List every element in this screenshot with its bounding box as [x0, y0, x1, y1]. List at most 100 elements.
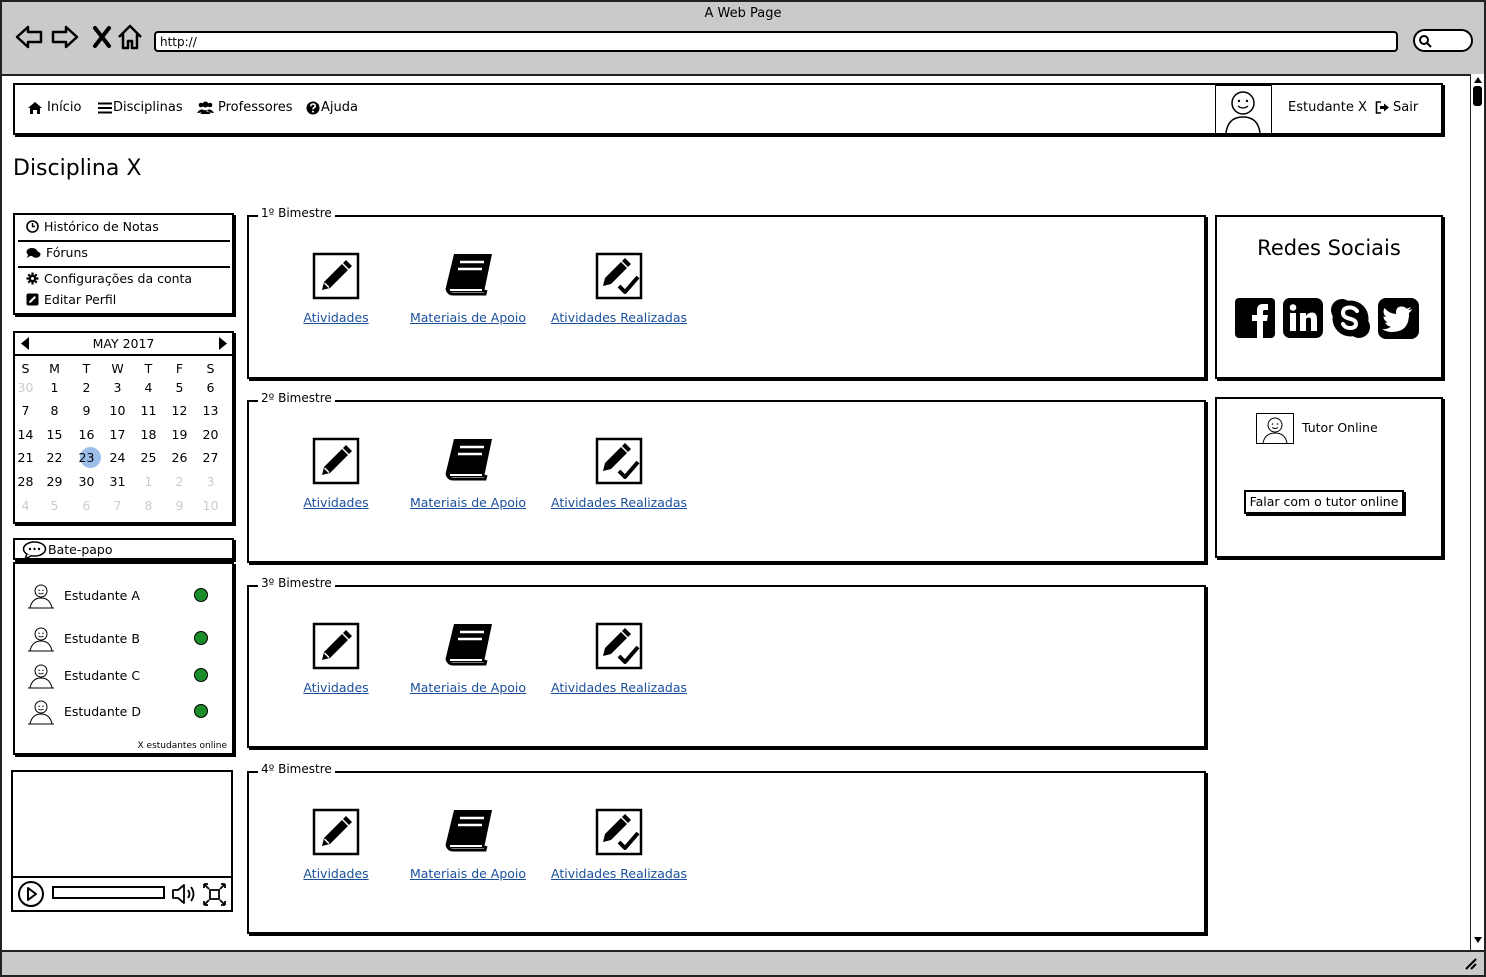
- calendar-day[interactable]: 16: [71, 427, 102, 442]
- menu-item-historico[interactable]: Histórico de Notas: [26, 219, 159, 234]
- resize-grip-icon[interactable]: [1464, 958, 1478, 970]
- volume-icon[interactable]: [171, 882, 198, 906]
- bimestre-panel: [247, 215, 1206, 379]
- calendar-day[interactable]: 2: [164, 474, 195, 489]
- menu-item-configuracoes[interactable]: Configurações da conta: [26, 271, 192, 286]
- book-icon[interactable]: [444, 252, 494, 300]
- pencil-edit-icon[interactable]: [312, 808, 360, 860]
- calendar-day[interactable]: 12: [164, 403, 195, 418]
- chat-student-row[interactable]: Estudante B: [26, 624, 216, 652]
- users-icon: [197, 101, 214, 114]
- calendar-day[interactable]: 15: [39, 427, 70, 442]
- calendar-day[interactable]: 26: [164, 450, 195, 465]
- calendar-day[interactable]: 4: [133, 380, 164, 395]
- pencil-edit-icon[interactable]: [312, 437, 360, 489]
- calendar-day[interactable]: 18: [133, 427, 164, 442]
- materiais-link[interactable]: Materiais de Apoio: [388, 680, 548, 695]
- pencil-edit-icon[interactable]: [312, 252, 360, 304]
- nav-item-inicio[interactable]: Início: [27, 100, 81, 115]
- linkedin-icon[interactable]: [1282, 297, 1324, 339]
- calendar-day[interactable]: 11: [133, 403, 164, 418]
- skype-icon[interactable]: [1329, 297, 1372, 340]
- book-icon[interactable]: [444, 622, 494, 670]
- realizadas-link[interactable]: Atividades Realizadas: [539, 680, 699, 695]
- calendar-day[interactable]: 4: [10, 498, 41, 513]
- calendar-day[interactable]: 21: [10, 450, 41, 465]
- pencil-edit-icon[interactable]: [312, 622, 360, 674]
- calendar-day[interactable]: 24: [102, 450, 133, 465]
- calendar-day[interactable]: 19: [164, 427, 195, 442]
- calendar-day[interactable]: 7: [10, 403, 41, 418]
- chat-student-row[interactable]: Estudante D: [26, 697, 216, 725]
- calendar-day[interactable]: 28: [10, 474, 41, 489]
- calendar-day[interactable]: 30: [71, 474, 102, 489]
- calendar-day[interactable]: 3: [195, 474, 226, 489]
- calendar-day[interactable]: 20: [195, 427, 226, 442]
- calendar-day[interactable]: 30: [10, 380, 41, 395]
- fullscreen-icon[interactable]: [202, 882, 227, 907]
- calendar-day[interactable]: 17: [102, 427, 133, 442]
- calendar-day[interactable]: 8: [39, 403, 70, 418]
- calendar-day[interactable]: 31: [102, 474, 133, 489]
- calendar-day[interactable]: 9: [71, 403, 102, 418]
- next-month-icon[interactable]: [218, 337, 228, 350]
- realizadas-link[interactable]: Atividades Realizadas: [539, 866, 699, 881]
- calendar-day[interactable]: 1: [133, 474, 164, 489]
- vertical-scrollbar[interactable]: [1470, 74, 1484, 950]
- calendar-day[interactable]: 7: [102, 498, 133, 513]
- calendar-day[interactable]: 5: [164, 380, 195, 395]
- calendar-day[interactable]: 10: [195, 498, 226, 513]
- calendar-day[interactable]: 6: [195, 380, 226, 395]
- nav-item-disciplinas[interactable]: Disciplinas: [98, 100, 183, 115]
- talk-to-tutor-button[interactable]: Falar com o tutor online: [1244, 490, 1404, 514]
- chat-student-row[interactable]: Estudante A: [26, 581, 216, 609]
- calendar-day[interactable]: 10: [102, 403, 133, 418]
- video-progress-bar[interactable]: [52, 886, 165, 899]
- menu-item-editar-perfil[interactable]: Editar Perfil: [26, 292, 116, 307]
- calendar-day[interactable]: 14: [10, 427, 41, 442]
- user-avatar[interactable]: [1215, 85, 1272, 134]
- calendar-day[interactable]: 8: [133, 498, 164, 513]
- calendar-day[interactable]: 13: [195, 403, 226, 418]
- calendar-day[interactable]: 1: [39, 380, 70, 395]
- calendar-day[interactable]: 23: [71, 450, 102, 465]
- materiais-link[interactable]: Materiais de Apoio: [388, 866, 548, 881]
- student-name: Estudante D: [64, 703, 141, 719]
- calendar-day[interactable]: 2: [71, 380, 102, 395]
- edit-check-icon[interactable]: [595, 808, 643, 860]
- url-input[interactable]: http://: [154, 31, 1398, 52]
- facebook-icon[interactable]: [1234, 297, 1276, 339]
- calendar-day[interactable]: 5: [39, 498, 70, 513]
- nav-item-professores[interactable]: Professores: [197, 100, 293, 115]
- edit-check-icon[interactable]: [595, 252, 643, 304]
- calendar-day[interactable]: 6: [71, 498, 102, 513]
- calendar-day[interactable]: 27: [195, 450, 226, 465]
- back-icon[interactable]: [14, 22, 44, 52]
- materiais-link[interactable]: Materiais de Apoio: [388, 495, 548, 510]
- chat-student-row[interactable]: Estudante C: [26, 661, 216, 689]
- calendar-day[interactable]: 25: [133, 450, 164, 465]
- forward-icon[interactable]: [50, 22, 80, 52]
- book-icon[interactable]: [444, 437, 494, 485]
- play-icon[interactable]: [17, 880, 45, 908]
- stop-icon[interactable]: [88, 22, 118, 52]
- twitter-icon[interactable]: [1377, 297, 1420, 340]
- calendar-day[interactable]: 9: [164, 498, 195, 513]
- calendar-day[interactable]: 22: [39, 450, 70, 465]
- home-browser-icon[interactable]: [115, 22, 145, 52]
- browser-search-field[interactable]: [1413, 29, 1473, 52]
- menu-item-foruns[interactable]: Fóruns: [26, 245, 88, 260]
- materiais-link[interactable]: Materiais de Apoio: [388, 310, 548, 325]
- edit-check-icon[interactable]: [595, 437, 643, 489]
- realizadas-link[interactable]: Atividades Realizadas: [539, 495, 699, 510]
- scroll-thumb[interactable]: [1473, 86, 1482, 106]
- book-icon[interactable]: [444, 808, 494, 856]
- realizadas-link[interactable]: Atividades Realizadas: [539, 310, 699, 325]
- scroll-down-icon[interactable]: [1473, 936, 1483, 944]
- logout-button[interactable]: Sair: [1375, 100, 1418, 115]
- nav-item-ajuda[interactable]: Ajuda: [306, 100, 358, 115]
- calendar-day[interactable]: 29: [39, 474, 70, 489]
- calendar-day[interactable]: 3: [102, 380, 133, 395]
- scroll-up-icon[interactable]: [1473, 76, 1483, 84]
- edit-check-icon[interactable]: [595, 622, 643, 674]
